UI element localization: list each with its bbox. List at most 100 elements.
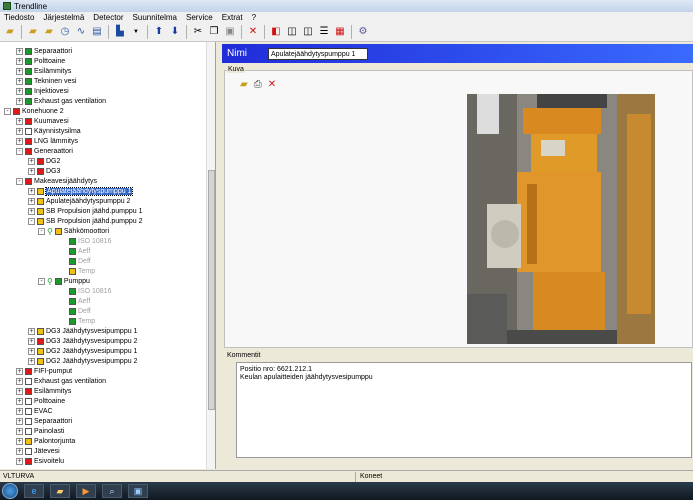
copy-icon[interactable]: ❐: [207, 25, 221, 39]
tree-item[interactable]: - Konehuone 2: [4, 106, 64, 116]
ie-taskbar-icon[interactable]: e: [24, 484, 44, 498]
move-down-icon[interactable]: ⬇: [168, 25, 182, 39]
folder-icon[interactable]: ▰: [26, 25, 40, 39]
open-image-icon[interactable]: ▰: [240, 79, 248, 90]
move-up-icon[interactable]: ⬆: [152, 25, 166, 39]
tree-view-icon[interactable]: ▙: [113, 25, 127, 39]
expand-icon[interactable]: +: [16, 427, 23, 435]
menu-service[interactable]: Service: [186, 13, 213, 22]
expand-icon[interactable]: +: [28, 157, 35, 165]
tree-item[interactable]: + Separaattori: [16, 416, 72, 426]
explorer-taskbar-icon[interactable]: ▰: [50, 484, 70, 498]
tree-item[interactable]: - Makeavesijäähdytys: [16, 176, 97, 186]
tree-item[interactable]: + Palontorjunta: [16, 436, 75, 446]
tree-item[interactable]: Aeff: [60, 296, 90, 306]
tree-item[interactable]: + Painolasti: [16, 426, 64, 436]
tree-item[interactable]: + Apulatejäähdytyspumppu 1: [28, 186, 134, 196]
trendline-taskbar-icon[interactable]: ▣: [128, 484, 148, 498]
expand-icon[interactable]: +: [28, 167, 35, 175]
expand-icon[interactable]: +: [16, 117, 23, 125]
menu-extrat[interactable]: Extrat: [222, 13, 243, 22]
expand-icon[interactable]: +: [28, 337, 35, 345]
menu-tiedosto[interactable]: Tiedosto: [4, 13, 34, 22]
tree-item[interactable]: + Polttoaine: [16, 56, 65, 66]
expand-icon[interactable]: +: [16, 137, 23, 145]
tree-item[interactable]: + Kuumavesi: [16, 116, 69, 126]
tree-item[interactable]: + Jätevesi: [16, 446, 60, 456]
media-player-taskbar-icon[interactable]: ▶: [76, 484, 96, 498]
start-button-icon[interactable]: [2, 483, 18, 499]
expand-icon[interactable]: +: [16, 77, 23, 85]
expand-icon[interactable]: +: [16, 97, 23, 105]
tree-item[interactable]: + Tekninen vesi: [16, 76, 76, 86]
spectrum-icon[interactable]: ▤: [90, 25, 104, 39]
expand-icon[interactable]: +: [16, 397, 23, 405]
tree-item[interactable]: + Esivoitelu: [16, 456, 64, 466]
tree-item[interactable]: + Esilämmitys: [16, 66, 71, 76]
tree-item[interactable]: + Polttoaine: [16, 396, 65, 406]
tree-item[interactable]: - Generaattori: [16, 146, 73, 156]
delete-image-icon[interactable]: ✕: [268, 79, 276, 90]
route-icon[interactable]: ◫: [301, 25, 315, 39]
dropdown-arrow-icon[interactable]: ▼: [129, 25, 143, 39]
tree-item[interactable]: + LNG lämmitys: [16, 136, 78, 146]
tree-item[interactable]: + Esilämmitys: [16, 386, 71, 396]
tree-item[interactable]: Temp: [60, 266, 95, 276]
tree-item[interactable]: + DG2 Jäähdytysvesipumppu 1: [28, 346, 137, 356]
expand-icon[interactable]: +: [16, 47, 23, 55]
expand-icon[interactable]: +: [28, 357, 35, 365]
tree-item[interactable]: + DG3: [28, 166, 60, 176]
collapse-icon[interactable]: -: [38, 277, 45, 285]
measure-point-icon[interactable]: ◫: [285, 25, 299, 39]
collapse-icon[interactable]: -: [16, 147, 23, 155]
expand-icon[interactable]: +: [16, 457, 23, 465]
wave-icon[interactable]: ∿: [74, 25, 88, 39]
tree-item[interactable]: + Käynnistysilma: [16, 126, 81, 136]
tree-item[interactable]: ISO 10816: [60, 286, 111, 296]
tree-item[interactable]: - ⚲ Sähkömoottori: [38, 226, 109, 236]
expand-icon[interactable]: +: [28, 187, 35, 195]
route-list-icon[interactable]: ☰: [317, 25, 331, 39]
expand-icon[interactable]: +: [16, 57, 23, 65]
tree-item[interactable]: Deff: [60, 256, 91, 266]
tree-item[interactable]: + FIFI-pumput: [16, 366, 72, 376]
tree-item[interactable]: + Exhaust gas ventilation: [16, 96, 106, 106]
expand-icon[interactable]: +: [16, 387, 23, 395]
tree-item[interactable]: + DG3 Jäähdytysvesipumppu 1: [28, 326, 137, 336]
tree-item[interactable]: + Injektiovesi: [16, 86, 69, 96]
alarm-status-icon[interactable]: ◧: [269, 25, 283, 39]
tree-scrollbar-thumb[interactable]: [208, 170, 215, 410]
tree-item[interactable]: + Separaattori: [16, 46, 72, 56]
alarm-list-icon[interactable]: ▦: [333, 25, 347, 39]
expand-icon[interactable]: +: [16, 367, 23, 375]
print-image-icon[interactable]: ⎙: [254, 79, 262, 90]
expand-icon[interactable]: +: [16, 417, 23, 425]
tree-item[interactable]: ISO 10816: [60, 236, 111, 246]
tree-item[interactable]: + DG2: [28, 156, 60, 166]
expand-icon[interactable]: +: [16, 87, 23, 95]
tree-item[interactable]: + SB Propulsion jäähd.pumppu 1: [28, 206, 143, 216]
collapse-icon[interactable]: -: [28, 217, 35, 225]
expand-icon[interactable]: +: [16, 437, 23, 445]
comment-box[interactable]: Positio nro: 6621.212.1 Keulan apulaitte…: [236, 362, 692, 458]
expand-icon[interactable]: +: [16, 67, 23, 75]
tree-scrollbar[interactable]: [206, 42, 215, 469]
tree-item[interactable]: + Exhaust gas ventilation: [16, 376, 106, 386]
open-folder-icon[interactable]: ▰: [3, 25, 17, 39]
settings-icon[interactable]: ⚙: [356, 25, 370, 39]
tree-item[interactable]: + Apulatejäähdytyspumppu 2: [28, 196, 130, 206]
menu-help[interactable]: ?: [252, 13, 256, 22]
menu-suunnitelma[interactable]: Suunnitelma: [133, 13, 177, 22]
delete-icon[interactable]: ✕: [246, 25, 260, 39]
collapse-icon[interactable]: -: [4, 107, 11, 115]
search-taskbar-icon[interactable]: ⌕: [102, 484, 122, 498]
cut-icon[interactable]: ✂: [191, 25, 205, 39]
expand-icon[interactable]: +: [16, 407, 23, 415]
expand-icon[interactable]: +: [28, 347, 35, 355]
tree-item[interactable]: Temp: [60, 316, 95, 326]
tree-item[interactable]: Aeff: [60, 246, 90, 256]
collapse-icon[interactable]: -: [38, 227, 45, 235]
tree-item[interactable]: - ⚲ Pumppu: [38, 276, 90, 286]
paste-icon[interactable]: ▣: [223, 25, 237, 39]
tree-item[interactable]: Deff: [60, 306, 91, 316]
